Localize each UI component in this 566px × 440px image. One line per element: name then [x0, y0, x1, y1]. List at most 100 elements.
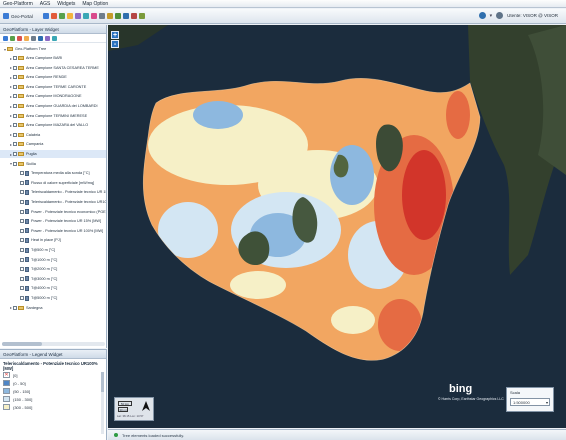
tree-folder-item[interactable]: ▸ Calabria [0, 131, 40, 139]
tree-layer-item[interactable]: T@2000 m [°C] [0, 265, 57, 273]
layer-checkbox[interactable] [13, 152, 17, 156]
menu-bar: Geo-Platform AGS Widgets Map Option [0, 0, 566, 8]
layer-checkbox[interactable] [20, 228, 24, 233]
layer-checkbox[interactable] [20, 257, 24, 262]
toolbar-tool-7-icon[interactable] [90, 13, 97, 19]
tree-folder-item[interactable]: ▸ Area Campione TERME CARONTE [0, 83, 86, 91]
legend-scrollbar[interactable] [101, 372, 104, 434]
layer-checkbox[interactable] [13, 132, 17, 137]
add-layer-icon[interactable] [10, 35, 15, 41]
layer-checkbox[interactable] [20, 286, 24, 291]
scrollbar-thumb[interactable] [2, 342, 42, 346]
toolbar-tool-6-icon[interactable] [82, 13, 89, 19]
layer-checkbox[interactable] [20, 219, 24, 224]
delete-icon[interactable] [17, 35, 22, 41]
horizontal-scrollbar[interactable] [2, 342, 105, 346]
layer-checkbox[interactable] [20, 267, 24, 272]
layer-checkbox[interactable] [13, 123, 17, 128]
toolbar-tool-5-icon[interactable] [74, 13, 81, 19]
zoom-to-layer-icon[interactable] [38, 35, 43, 41]
tree-folder-item[interactable]: ▸ Puglia [0, 150, 106, 158]
tree-root-label: Geo-Platform Tree [15, 47, 47, 51]
tree-layer-item[interactable]: Teleriscaldamento - Potenziale tecnico U… [0, 188, 106, 196]
tree-item-label: Heat in place [PJ] [31, 238, 61, 243]
layer-checkbox[interactable] [20, 238, 24, 243]
layer-checkbox[interactable] [20, 180, 24, 185]
info-icon[interactable] [45, 35, 50, 41]
layer-checkbox[interactable] [13, 65, 17, 70]
tree-root[interactable]: ▾ Geo-Platform Tree [0, 45, 46, 53]
layer-checkbox[interactable] [20, 171, 24, 176]
toolbar-tool-4-icon[interactable] [66, 13, 73, 19]
layer-icon [25, 228, 29, 234]
menu-geo-platform[interactable]: Geo-Platform [3, 1, 33, 7]
tree-item-label: Teleriscaldamento - Potenziale tecnico U… [31, 200, 106, 204]
tree-folder-item[interactable]: ▸ Area Campione TERMINI IMERESE [0, 112, 87, 120]
layer-checkbox[interactable] [13, 161, 17, 166]
tree-layer-item[interactable]: Power - Potenziale tecnico UR 100% [MW] [0, 227, 103, 235]
tree-layer-item[interactable]: Temperatura media alla sonda [°C] [0, 169, 90, 177]
edit-icon[interactable] [24, 35, 29, 41]
refresh-icon[interactable] [52, 35, 57, 41]
tree-layer-item[interactable]: Power - Potenziale tecnico UR 15% [MW] [0, 217, 101, 225]
tree-folder-item[interactable]: ▸ Campania [0, 140, 43, 148]
layer-checkbox[interactable] [20, 248, 24, 252]
tree-layer-item[interactable]: T@5000 m [°C] [0, 294, 57, 302]
toolbar-tool-10-icon[interactable] [114, 13, 121, 19]
tree-folder-item[interactable]: ▸ Area Campione BARI [0, 54, 62, 62]
zoom-out-button[interactable]: - [111, 40, 119, 48]
help-icon[interactable] [478, 12, 486, 19]
tree-folder-item[interactable]: ▸ Area Campione MAZARA del VALLO [0, 121, 88, 129]
toolbar-tool-2-icon[interactable] [50, 13, 57, 19]
legend-swatch [3, 388, 10, 394]
layer-widget-title: GeoPlatform - Layer Widget [0, 25, 106, 34]
layer-checkbox[interactable] [20, 296, 24, 300]
toolbar-tool-12-icon[interactable] [130, 13, 137, 19]
tree-folder-item[interactable]: ▸ Sardegna [0, 304, 42, 312]
tree-folder-item[interactable]: ▾ Sicilia [0, 160, 36, 168]
tree-folder-item[interactable]: ▸ Area Campione MONDRAGONE [0, 92, 82, 100]
tree-layer-item[interactable]: Flusso di calore superficiale [mW/mq] [0, 179, 94, 187]
save-icon[interactable] [31, 35, 36, 41]
layer-checkbox[interactable] [13, 142, 17, 147]
toolbar-tool-3-icon[interactable] [58, 13, 65, 19]
chevron-down-icon[interactable]: ▾ [490, 13, 493, 19]
tree-folder-item[interactable]: ▸ Area Campione RENDE [0, 73, 67, 81]
layer-checkbox[interactable] [13, 56, 17, 60]
tree-folder-item[interactable]: ▸ Area Campione GUARDIA dei LOMBARDI [0, 102, 98, 110]
scale-select[interactable]: 1:500000 ▾ [510, 398, 550, 406]
scrollbar-thumb[interactable] [101, 372, 104, 392]
layer-checkbox[interactable] [20, 190, 24, 195]
menu-map-option[interactable]: Map Option [82, 1, 108, 7]
tree-layer-item[interactable]: T@4000 m [°C] [0, 284, 57, 292]
map-view[interactable]: + - 50 km 30 mi Lat: 38.15 Lon: 13.57 bi… [108, 25, 566, 428]
layer-checkbox[interactable] [20, 209, 24, 214]
geo-portal-button[interactable]: Geo-Portal [3, 13, 41, 19]
tree-layer-item[interactable]: Heat in place [PJ] [0, 236, 61, 244]
add-folder-icon[interactable] [3, 35, 8, 41]
layer-checkbox[interactable] [13, 104, 17, 108]
tree-layer-item[interactable]: T@1000 m [°C] [0, 256, 57, 264]
menu-ags[interactable]: AGS [40, 1, 51, 7]
zoom-in-button[interactable]: + [111, 31, 119, 39]
layer-checkbox[interactable] [13, 84, 17, 89]
tree-folder-item[interactable]: ▸ Area Campione SANTA CESAREA TERME [0, 64, 99, 72]
layer-checkbox[interactable] [13, 94, 17, 99]
tree-layer-item[interactable]: Teleriscaldamento - Potenziale tecnico U… [0, 198, 106, 206]
tree-layer-item[interactable]: T@500 m [°C] [0, 246, 55, 254]
tree-layer-item[interactable]: T@3000 m [°C] [0, 275, 57, 283]
layer-checkbox[interactable] [13, 305, 17, 310]
layer-checkbox[interactable] [20, 276, 24, 281]
user-label[interactable]: Utente: VISOR @ VISOR [507, 13, 558, 18]
layer-checkbox[interactable] [20, 200, 24, 204]
folder-icon [18, 305, 24, 310]
toolbar-tool-13-icon[interactable] [138, 13, 145, 19]
toolbar-tool-11-icon[interactable] [122, 13, 129, 19]
toolbar-tool-1-icon[interactable] [42, 13, 49, 19]
layer-checkbox[interactable] [13, 75, 17, 80]
toolbar-tool-9-icon[interactable] [106, 13, 113, 19]
menu-widgets[interactable]: Widgets [57, 1, 75, 7]
tree-layer-item[interactable]: Power - Potenziale tecnico economico (PG… [0, 208, 106, 216]
layer-checkbox[interactable] [13, 113, 17, 118]
toolbar-tool-8-icon[interactable] [98, 13, 105, 19]
